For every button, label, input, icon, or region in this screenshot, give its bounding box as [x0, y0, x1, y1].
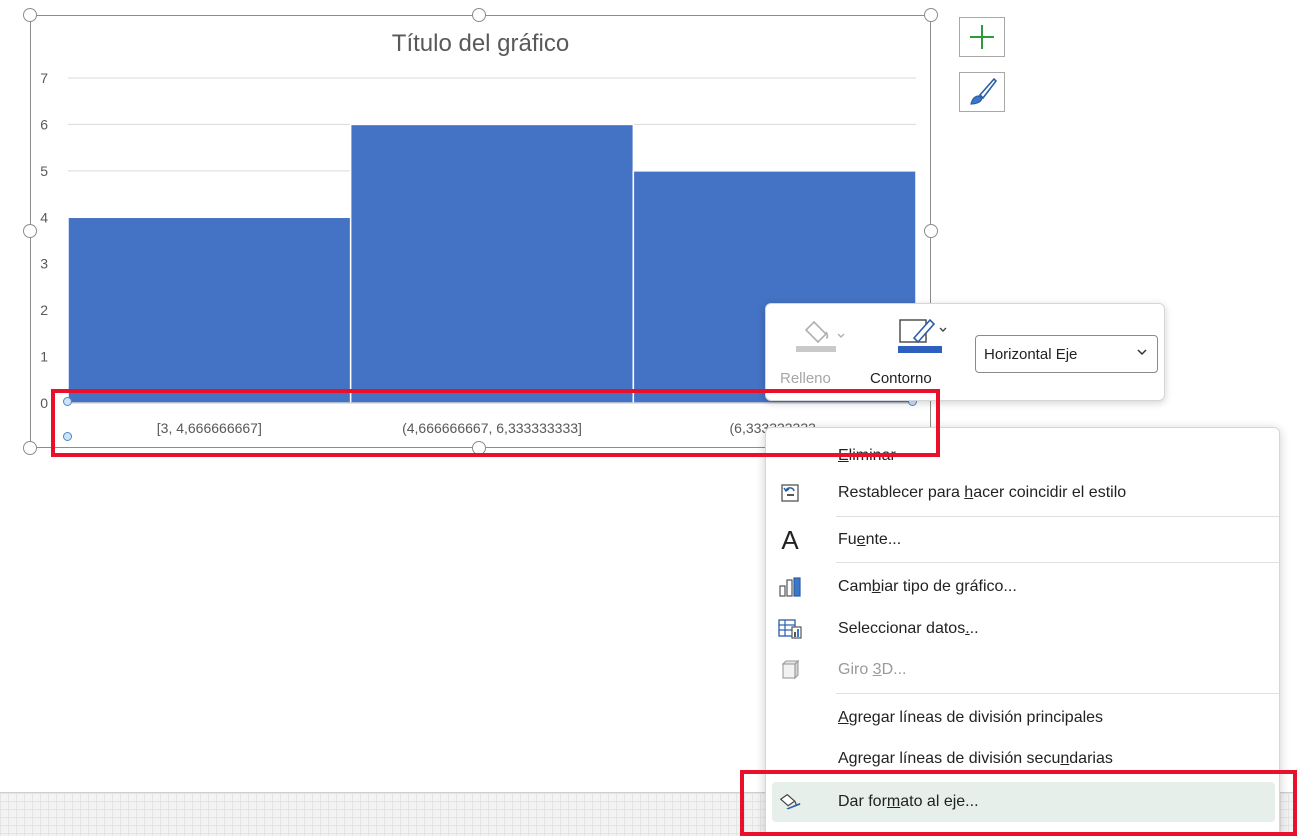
mini-toolbar: Relleno Contorno Horizontal Eje — [765, 303, 1165, 401]
chart-elements-button[interactable] — [959, 17, 1005, 57]
paint-bucket-icon — [796, 320, 845, 352]
fill-label: Relleno — [780, 370, 831, 387]
menu-item-change-chart-type[interactable]: Cambiar tipo de gráfico... — [766, 567, 1279, 607]
resize-handle-right[interactable] — [924, 224, 938, 238]
fill-button[interactable]: Relleno — [780, 312, 860, 392]
menu-item-add-major-gridlines[interactable]: Agregar líneas de división principales — [766, 698, 1279, 738]
chart-styles-button[interactable] — [959, 72, 1005, 112]
cube-icon — [778, 658, 802, 682]
resize-handle-top[interactable] — [472, 8, 486, 22]
chart-type-icon — [778, 575, 802, 599]
chart-element-value: Horizontal Eje — [984, 345, 1078, 363]
y-tick-label: 5 — [40, 163, 48, 179]
bar[interactable] — [67, 216, 352, 404]
y-tick-label: 6 — [40, 116, 48, 132]
resize-handle-left[interactable] — [23, 224, 37, 238]
chevron-down-icon — [1137, 349, 1147, 356]
resize-handle-bottom-left[interactable] — [23, 441, 37, 455]
menu-separator — [836, 562, 1279, 563]
menu-item-select-data[interactable]: Seleccionar datos... — [766, 609, 1279, 649]
chart-element-select[interactable]: Horizontal Eje — [975, 335, 1158, 373]
menu-separator — [836, 516, 1279, 517]
bar[interactable] — [349, 123, 635, 404]
menu-separator — [836, 693, 1279, 694]
plus-icon — [970, 25, 994, 49]
pen-outline-icon — [898, 318, 947, 353]
y-tick-label: 7 — [40, 70, 48, 86]
resize-handle-top-left[interactable] — [23, 8, 37, 22]
outline-label: Contorno — [870, 370, 932, 387]
excel-workspace: Título del gráfico 0 1 2 3 4 5 6 7 [3, 4,6666666… — [0, 0, 1297, 836]
menu-item-reset-style[interactable]: Restablecer para hacer coincidir el esti… — [766, 473, 1279, 513]
reset-style-icon — [778, 481, 802, 505]
menu-item-font[interactable]: A Fuente... — [766, 520, 1279, 560]
y-tick-label: 3 — [40, 256, 48, 272]
y-tick-label: 1 — [40, 349, 48, 365]
y-tick-label: 2 — [40, 302, 48, 318]
y-tick-label: 4 — [40, 209, 48, 225]
annotation-box-format-axis — [740, 770, 1297, 836]
annotation-box-axis — [51, 389, 940, 457]
menu-item-3d-rotation: Giro 3D... — [766, 650, 1279, 690]
font-icon: A — [781, 525, 799, 555]
select-data-icon — [778, 617, 802, 641]
brush-icon — [970, 77, 998, 105]
resize-handle-top-right[interactable] — [924, 8, 938, 22]
y-tick-label: 0 — [40, 395, 48, 411]
outline-button[interactable]: Contorno — [870, 312, 966, 392]
